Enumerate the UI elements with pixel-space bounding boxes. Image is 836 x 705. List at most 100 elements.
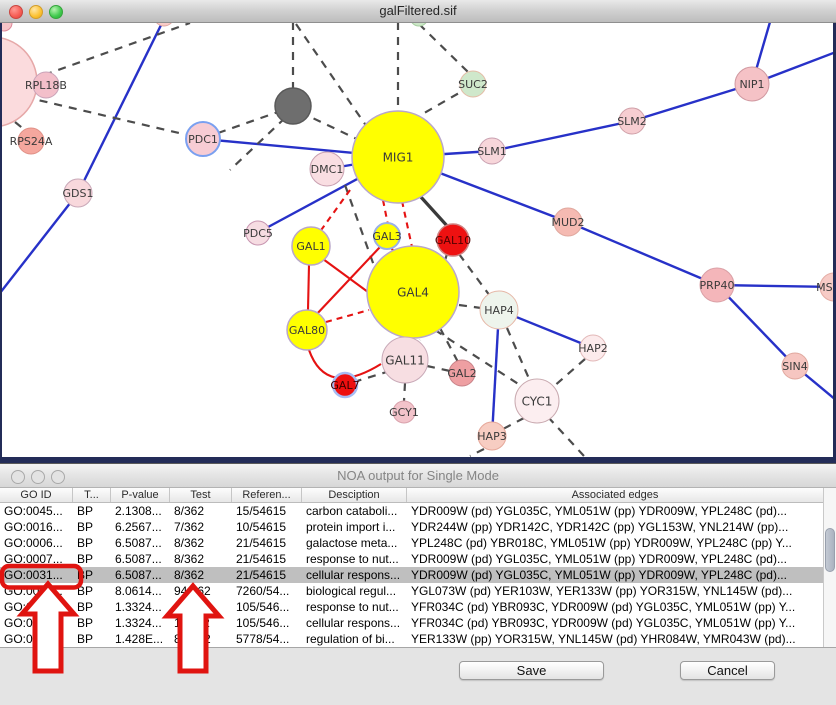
cell-desc: response to nut... [302, 599, 407, 615]
cell-p: 6.5087... [111, 567, 170, 583]
table-header: GO IDT...P-valueTestReferen...Desciption… [0, 488, 823, 503]
table-row[interactable]: GO:0050...BP1.428E...80/3625778/54...reg… [0, 631, 823, 647]
cell-edges: YFR034C (pd) YBR093C, YDR009W (pd) YGL03… [407, 615, 823, 631]
minimize-button-icon[interactable] [31, 470, 45, 484]
network-node-label-GAL4: GAL4 [397, 285, 429, 299]
table-row[interactable]: GO:0065...BP8.0614...94/3627260/54...bio… [0, 583, 823, 599]
cell-edges: YPL248C (pd) YBR018C, YML051W (pp) YDR00… [407, 535, 823, 551]
graph-window: galFiltered.sif RPL18BRPS24AGDS1PDC1PDC5… [0, 0, 836, 463]
cell-edges: YFR034C (pd) YBR093C, YDR009W (pd) YGL03… [407, 599, 823, 615]
network-edge-blue [568, 222, 717, 285]
cell-desc: protein import i... [302, 519, 407, 535]
cell-go: GO:0050... [0, 631, 73, 647]
table-row[interactable]: GO:0006...BP6.5087...8/36221/54615galact… [0, 535, 823, 551]
network-node-label-RPS24A: RPS24A [10, 135, 53, 148]
table-row[interactable]: GO:0031...BP6.5087...8/36221/54615cellul… [0, 567, 823, 583]
save-button[interactable]: Save [459, 661, 604, 680]
network-node-label-MUD2: MUD2 [551, 216, 584, 229]
graph-window-titlebar[interactable]: galFiltered.sif [0, 0, 836, 23]
column-header-referen-[interactable]: Referen... [232, 488, 302, 502]
cell-go: GO:0006... [0, 535, 73, 551]
cell-test: 8/362 [170, 503, 232, 519]
network-node-label-MIG1: MIG1 [383, 150, 414, 164]
network-node-label-SUC2: SUC2 [458, 78, 488, 91]
minimize-button-icon[interactable] [29, 5, 43, 19]
network-node-label-SIN4: SIN4 [782, 360, 807, 373]
cell-type: BP [73, 631, 111, 647]
network-edge-gray [218, 112, 278, 133]
table-row[interactable]: GO:0031...BP1.3324...11/362105/546...res… [0, 599, 823, 615]
cell-test: 7/362 [170, 519, 232, 535]
cell-ref: 21/54615 [232, 551, 302, 567]
zoom-button-icon[interactable] [49, 5, 63, 19]
network-edge-gray [459, 254, 490, 296]
network-edge-blue [2, 193, 78, 293]
noa-window-titlebar[interactable]: NOA output for Single Mode [0, 464, 836, 488]
network-node-label-SLM1: SLM1 [477, 145, 507, 158]
cell-p: 1.428E... [111, 631, 170, 647]
network-edge-gray [440, 328, 458, 362]
table-row[interactable]: GO:0031...BP1.3324...11/362105/546...cel… [0, 615, 823, 631]
cell-p: 2.1308... [111, 503, 170, 519]
noa-window-title: NOA output for Single Mode [0, 464, 836, 487]
network-node-label-HAP2: HAP2 [578, 342, 607, 355]
network-node-label-GAL3: GAL3 [372, 230, 401, 243]
network-node-label-GAL7: GAL7 [330, 379, 359, 392]
network-node-label-PRP40: PRP40 [700, 279, 735, 292]
network-canvas[interactable]: RPL18BRPS24AGDS1PDC1PDC5DMC1MIG1SLM1SUC2… [2, 22, 833, 457]
network-node-label-GAL2: GAL2 [447, 367, 476, 380]
cell-ref: 5778/54... [232, 631, 302, 647]
cell-ref: 105/546... [232, 599, 302, 615]
cell-type: BP [73, 615, 111, 631]
cell-go: GO:0031... [0, 567, 73, 583]
cell-ref: 21/54615 [232, 535, 302, 551]
column-header-associated-edges[interactable]: Associated edges [407, 488, 823, 502]
scrollbar-thumb[interactable] [825, 528, 835, 572]
close-button-icon[interactable] [9, 5, 23, 19]
column-header-test[interactable]: Test [170, 488, 232, 502]
network-edge-gray [470, 449, 484, 456]
zoom-button-icon[interactable] [51, 470, 65, 484]
network-edge-gray [419, 24, 469, 73]
table-row[interactable]: GO:0007...BP6.5087...8/36221/54615respon… [0, 551, 823, 567]
cell-ref: 7260/54... [232, 583, 302, 599]
network-node-label-HAP4: HAP4 [484, 304, 513, 317]
network-node-label-CYC1: CYC1 [522, 394, 553, 408]
table-body: GO:0045...BP2.1308...8/36215/54615carbon… [0, 503, 823, 647]
cell-edges: YER133W (pp) YOR315W, YNL145W (pd) YHR08… [407, 631, 823, 647]
close-button-icon[interactable] [11, 470, 25, 484]
cell-type: BP [73, 583, 111, 599]
network-node-top-left-fragment[interactable] [2, 22, 12, 31]
cell-test: 11/362 [170, 615, 232, 631]
cancel-button[interactable]: Cancel [680, 661, 775, 680]
column-header-p-value[interactable]: P-value [111, 488, 170, 502]
cell-test: 8/362 [170, 567, 232, 583]
network-graph[interactable]: RPL18BRPS24AGDS1PDC1PDC5DMC1MIG1SLM1SUC2… [2, 22, 833, 457]
table-row[interactable]: GO:0045...BP2.1308...8/36215/54615carbon… [0, 503, 823, 519]
cell-p: 6.5087... [111, 535, 170, 551]
network-edge-gray [459, 305, 481, 308]
network-node-dark-gray-node[interactable] [275, 88, 311, 124]
column-header-desciption[interactable]: Desciption [302, 488, 407, 502]
cell-p: 6.2567... [111, 519, 170, 535]
cell-p: 1.3324... [111, 615, 170, 631]
table-scrollbar[interactable] [823, 488, 836, 647]
network-edge-gray [507, 328, 530, 381]
cell-type: BP [73, 551, 111, 567]
cell-p: 8.0614... [111, 583, 170, 599]
network-node-label-GAL11: GAL11 [385, 353, 424, 367]
network-edge-red [308, 265, 309, 310]
network-edge-blue [492, 121, 632, 151]
cell-go: GO:0016... [0, 519, 73, 535]
cell-edges: YDR009W (pd) YGL035C, YML051W (pp) YDR00… [407, 551, 823, 567]
cell-go: GO:0007... [0, 551, 73, 567]
network-node-label-GCY1: GCY1 [389, 406, 419, 419]
cell-p: 1.3324... [111, 599, 170, 615]
cell-desc: galactose meta... [302, 535, 407, 551]
cell-test: 94/362 [170, 583, 232, 599]
column-header-go-id[interactable]: GO ID [0, 488, 73, 502]
network-edge-redd [326, 310, 369, 322]
cell-edges: YGL073W (pd) YER103W, YER133W (pp) YOR31… [407, 583, 823, 599]
table-row[interactable]: GO:0016...BP6.2567...7/36210/54615protei… [0, 519, 823, 535]
column-header-t-[interactable]: T... [73, 488, 111, 502]
